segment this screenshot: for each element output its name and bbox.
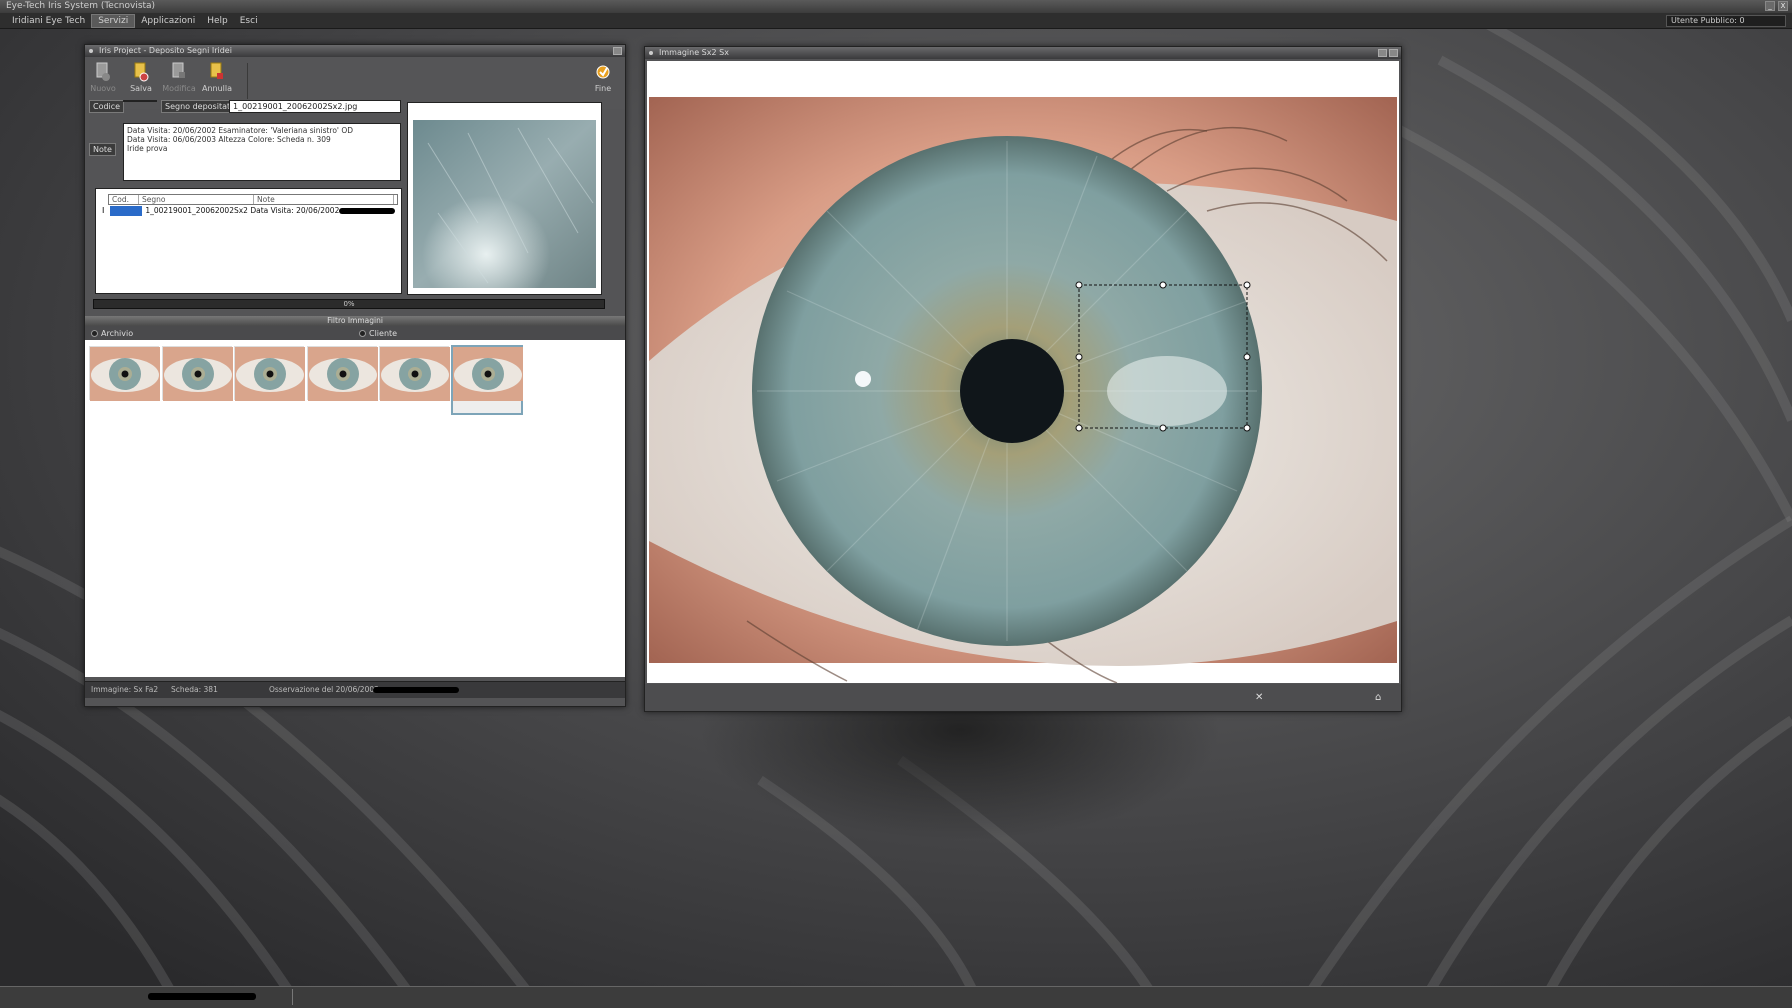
radio-archivio-label: Archivio: [101, 329, 134, 338]
close-x-icon[interactable]: ✕: [1255, 692, 1263, 703]
window-menu-icon[interactable]: [89, 49, 93, 53]
segni-grid[interactable]: Cod. Segno Note I 1_00219001_20062002Sx2…: [95, 188, 402, 294]
menu-bar: Iridiani Eye Tech Servizi Applicazioni H…: [0, 13, 1792, 29]
note-line: Data Visita: 06/06/2003 Altezza Colore: …: [127, 135, 331, 144]
project-window-title: Iris Project - Deposito Segni Iridei: [99, 46, 232, 55]
image-window-title: Immagine Sx2 Sx: [659, 48, 729, 57]
image-footer: ✕ ⌂: [645, 684, 1401, 711]
segno-label: Segno depositato: [161, 100, 240, 113]
status-scheda: Scheda: 381: [171, 685, 218, 694]
row-selection-cell[interactable]: [110, 205, 143, 216]
note-line: Data Visita: 20/06/2002 Esaminatore: 'Va…: [127, 126, 354, 135]
radio-cliente-label: Cliente: [369, 329, 398, 338]
minimize-button[interactable]: _: [1765, 1, 1775, 11]
restore-button[interactable]: [1378, 49, 1387, 57]
image-window: Immagine Sx2 Sx ✕ ⌂: [644, 46, 1402, 712]
user-status: Utente Pubblico: 0: [1666, 15, 1786, 27]
modifica-label: Modifica: [162, 84, 196, 93]
menu-iridiani[interactable]: Iridiani Eye Tech: [6, 15, 91, 27]
eye-thumbnail-image: [307, 347, 378, 401]
eye-thumbnail-image: [235, 347, 305, 401]
save-icon: [134, 62, 149, 82]
iris-crop-image: [413, 120, 596, 288]
app-window-controls: _ X: [1765, 1, 1788, 11]
radio-archivio-dot: [91, 330, 98, 337]
window-menu-icon[interactable]: [649, 51, 653, 55]
modifica-button[interactable]: Modifica: [161, 62, 197, 93]
fine-label: Fine: [594, 84, 612, 93]
annulla-button[interactable]: Annulla: [199, 62, 235, 93]
codice-label: Codice: [89, 100, 125, 113]
iris-image-canvas[interactable]: [647, 61, 1399, 684]
taskbar-separator: [292, 989, 293, 1005]
fine-button[interactable]: Fine: [585, 62, 621, 93]
menu-help[interactable]: Help: [201, 15, 234, 27]
eye-thumbnail[interactable]: [89, 346, 160, 401]
home-icon[interactable]: ⌂: [1375, 692, 1381, 703]
radio-cliente-dot: [359, 330, 366, 337]
eye-thumbnail[interactable]: [379, 346, 450, 401]
progress-bar: 0%: [93, 299, 605, 309]
cancel-document-icon: [210, 62, 223, 79]
annulla-label: Annulla: [201, 84, 233, 93]
restore-button[interactable]: [613, 47, 622, 55]
thumbnail-gallery: [85, 340, 625, 677]
row-text: 1_00219001_20062002Sx2 Data Visita: 20/0…: [145, 206, 340, 215]
row-cursor-icon: I: [102, 206, 105, 215]
filter-title: Filtro Immagini: [85, 316, 625, 326]
nuovo-button[interactable]: Nuovo: [85, 62, 121, 93]
taskbar: [0, 986, 1792, 1008]
note-line: Iride prova: [127, 144, 168, 153]
radio-archivio[interactable]: Archivio: [91, 329, 133, 338]
grid-header: Cod. Segno Note: [108, 194, 398, 205]
status-date: Osservazione del 20/06/2002: [269, 685, 379, 694]
new-document-icon: [96, 62, 110, 81]
salva-button[interactable]: Salva: [123, 62, 159, 93]
app-titlebar: Eye-Tech Iris System (Tecnovista) _ X: [0, 0, 1792, 13]
note-field[interactable]: Data Visita: 20/06/2002 Esaminatore: 'Va…: [123, 123, 401, 181]
eye-thumbnail-image: [452, 347, 523, 401]
codice-field[interactable]: [123, 100, 157, 102]
project-window: Iris Project - Deposito Segni Iridei Nuo…: [84, 44, 626, 707]
edit-document-icon: [172, 62, 185, 78]
status-image: Immagine: Sx Fa2: [91, 685, 159, 694]
eye-thumbnail[interactable]: [161, 346, 233, 401]
grid-header-cod[interactable]: Cod.: [109, 195, 139, 204]
filter-options: Archivio Cliente: [85, 326, 625, 340]
project-status-bar: Immagine: Sx Fa2 Scheda: 381 Osservazion…: [85, 681, 625, 698]
grid-row[interactable]: I 1_00219001_20062002Sx2 Data Visita: 20…: [102, 205, 401, 216]
image-window-titlebar[interactable]: Immagine Sx2 Sx: [645, 47, 1401, 59]
menu-servizi[interactable]: Servizi: [91, 13, 136, 28]
project-window-titlebar[interactable]: Iris Project - Deposito Segni Iridei: [85, 45, 625, 57]
radio-cliente[interactable]: Cliente: [359, 329, 397, 338]
redacted-block: [373, 687, 459, 693]
menu-applicazioni[interactable]: Applicazioni: [135, 15, 201, 27]
close-button[interactable]: [1389, 49, 1398, 57]
nuovo-label: Nuovo: [90, 84, 116, 93]
eye-thumbnail-image: [162, 347, 233, 401]
segno-preview: [407, 102, 602, 295]
iris-photo: [649, 97, 1397, 684]
eye-thumbnail[interactable]: [306, 346, 378, 401]
app-title: Eye-Tech Iris System (Tecnovista): [6, 1, 156, 11]
grid-header-note[interactable]: Note: [254, 195, 394, 204]
eye-thumbnail-image: [380, 347, 450, 401]
salva-label: Salva: [130, 84, 152, 93]
note-label: Note: [89, 143, 116, 156]
close-button[interactable]: X: [1778, 1, 1788, 11]
exit-icon: [596, 65, 610, 79]
menu-esci[interactable]: Esci: [234, 15, 264, 27]
redacted-block: [148, 993, 256, 1000]
segno-field[interactable]: 1_00219001_20062002Sx2.jpg: [229, 100, 401, 113]
eye-thumbnail[interactable]: [234, 346, 305, 401]
eye-thumbnail-image: [90, 347, 160, 401]
toolbar-separator: [247, 63, 248, 99]
redacted-block: [339, 207, 396, 214]
eye-thumbnail[interactable]: [451, 346, 523, 414]
grid-header-segno[interactable]: Segno: [139, 195, 254, 204]
